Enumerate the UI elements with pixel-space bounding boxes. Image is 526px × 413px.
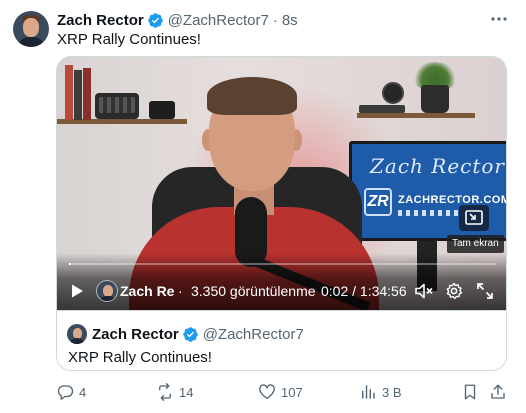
heart-icon	[259, 384, 275, 400]
reply-icon	[57, 385, 74, 400]
tweet-header: Zach Rector @ZachRector7 · 8s	[57, 10, 298, 30]
header-separator: ·	[272, 11, 278, 29]
person-hair	[207, 77, 297, 115]
channel-avatar[interactable]	[96, 280, 118, 302]
fullscreen-icon[interactable]	[475, 281, 495, 301]
tweet-timestamp[interactable]: 8s	[282, 12, 298, 29]
share-icon	[491, 384, 505, 399]
play-icon[interactable]	[69, 283, 85, 299]
monitor-url: ZACHRECTOR.COM	[398, 194, 507, 206]
video-player[interactable]: Zach Rector ZR ZACHRECTOR.COM Tam ekran	[57, 57, 507, 310]
controls-separator: ·	[178, 283, 183, 299]
picture-in-picture-button[interactable]	[459, 205, 489, 231]
verified-badge-icon	[147, 12, 163, 28]
channel-name[interactable]: Zach Rec	[120, 283, 174, 299]
tweet-actions: 4 14 107 3 B	[56, 380, 507, 404]
quoted-author-name[interactable]: Zach Rector	[92, 326, 179, 343]
bookmark-icon	[464, 384, 476, 400]
bookmark-button[interactable]	[461, 380, 484, 404]
quoted-header: Zach Rector @ZachRector7	[92, 325, 304, 343]
clock	[382, 82, 404, 104]
progress-bar[interactable]	[69, 263, 496, 265]
author-name[interactable]: Zach Rector	[57, 12, 144, 29]
video-controls	[57, 253, 506, 310]
social-icons	[398, 210, 458, 216]
quoted-author-avatar[interactable]	[67, 324, 87, 344]
views-count: 3 B	[382, 384, 402, 400]
progress-fill	[69, 263, 71, 265]
verified-badge-icon	[182, 326, 198, 342]
more-options-icon[interactable]	[489, 10, 509, 28]
vintage-radio	[95, 93, 139, 119]
books	[65, 65, 91, 120]
tweet[interactable]: Zach Rector @ZachRector7 · 8s XRP Rally …	[0, 0, 526, 413]
right-shelf	[357, 113, 475, 118]
repost-button[interactable]: 14	[156, 380, 193, 404]
reply-button[interactable]: 4	[56, 380, 86, 404]
author-avatar[interactable]	[13, 11, 49, 47]
reply-count: 4	[79, 384, 87, 400]
quoted-author-handle[interactable]: @ZachRector7	[203, 326, 304, 343]
speaker	[149, 101, 175, 119]
like-button[interactable]: 107	[258, 380, 303, 404]
fullscreen-tooltip: Tam ekran	[447, 235, 504, 253]
mute-icon[interactable]	[414, 281, 434, 301]
like-count: 107	[281, 384, 303, 400]
tweet-text: XRP Rally Continues!	[57, 31, 201, 48]
monitor-logo: ZR	[364, 188, 392, 216]
views-button[interactable]: 3 B	[359, 380, 402, 404]
quoted-tweet[interactable]: Zach Rector @ZachRector7 XRP Rally Conti…	[57, 310, 506, 370]
analytics-icon	[362, 385, 375, 399]
video-time: 0:02 / 1:34:56	[321, 283, 407, 299]
repost-count: 14	[179, 384, 194, 400]
settings-icon[interactable]	[444, 281, 464, 301]
share-button[interactable]	[489, 380, 512, 404]
quoted-tweet-card[interactable]: Zach Rector ZR ZACHRECTOR.COM Tam ekran	[56, 56, 507, 371]
quoted-tweet-text: XRP Rally Continues!	[68, 349, 212, 366]
author-handle[interactable]: @ZachRector7	[168, 12, 269, 29]
view-count: 3.350 görüntülenme	[191, 283, 315, 299]
shelf-books	[359, 105, 405, 113]
repost-icon	[159, 383, 171, 401]
monitor-title: Zach Rector	[370, 154, 505, 178]
plant-pot	[421, 85, 449, 113]
